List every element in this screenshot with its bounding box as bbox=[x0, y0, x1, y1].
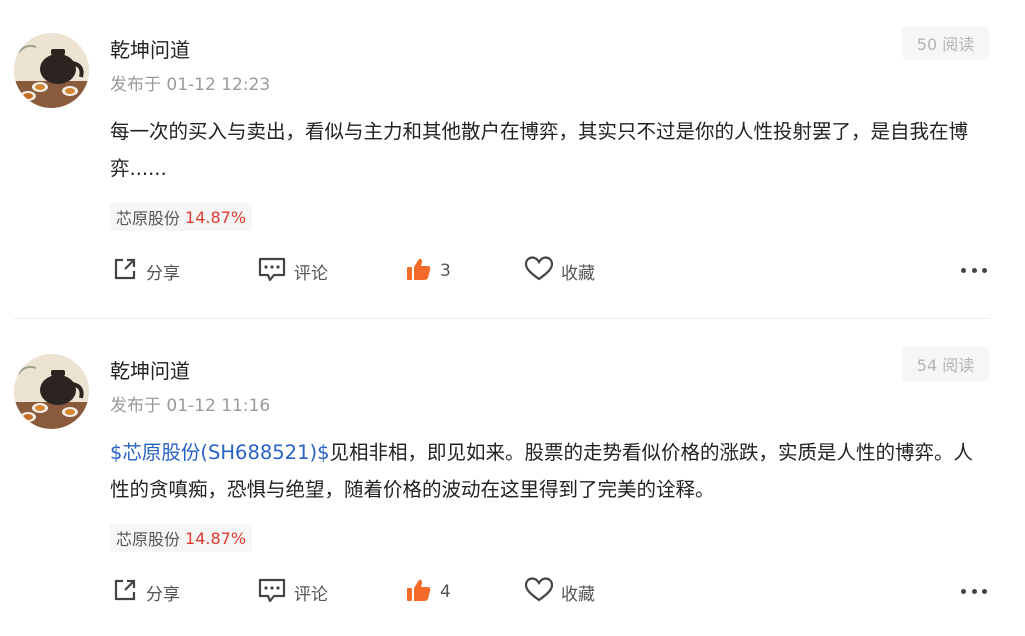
thumbs-up-icon bbox=[406, 577, 432, 607]
avatar[interactable] bbox=[14, 33, 89, 108]
favorite-button[interactable]: 收藏 bbox=[524, 256, 595, 286]
comment-icon bbox=[258, 577, 286, 607]
avatar[interactable] bbox=[14, 354, 89, 429]
comment-label: 评论 bbox=[294, 263, 328, 284]
post-content: $芯原股份(SH688521)$见相非相，即见如来。股票的走势看似价格的涨跌，实… bbox=[110, 434, 990, 508]
stock-tag[interactable]: 芯原股份 14.87% bbox=[110, 203, 253, 231]
like-button[interactable]: 3 bbox=[406, 256, 451, 286]
share-button[interactable]: 分享 bbox=[112, 256, 180, 286]
post-card: 乾坤问道 发布于 01-12 12:23 50 阅读 每一次的买入与卖出，看似与… bbox=[0, 0, 1025, 318]
comment-button[interactable]: 评论 bbox=[258, 577, 328, 607]
stock-link[interactable]: $芯原股份(SH688521)$ bbox=[110, 441, 330, 464]
post-timestamp: 发布于 01-12 12:23 bbox=[110, 75, 271, 95]
like-count: 3 bbox=[440, 261, 451, 281]
like-count: 4 bbox=[440, 582, 451, 602]
stock-tag-name: 芯原股份 bbox=[116, 209, 181, 228]
favorite-label: 收藏 bbox=[561, 584, 595, 605]
post-text: 每一次的买入与卖出，看似与主力和其他散户在博弈，其实只不过是你的人性投射罢了，是… bbox=[110, 120, 969, 180]
post-divider bbox=[14, 318, 990, 319]
stock-tag-name: 芯原股份 bbox=[116, 530, 181, 549]
heart-icon bbox=[524, 256, 554, 286]
stock-tag[interactable]: 芯原股份 14.87% bbox=[110, 524, 253, 552]
more-icon[interactable] bbox=[961, 262, 987, 278]
like-button[interactable]: 4 bbox=[406, 577, 451, 607]
comment-icon bbox=[258, 256, 286, 286]
favorite-label: 收藏 bbox=[561, 263, 595, 284]
share-label: 分享 bbox=[146, 584, 180, 605]
more-icon[interactable] bbox=[961, 583, 987, 599]
heart-icon bbox=[524, 577, 554, 607]
views-badge: 54 阅读 bbox=[902, 347, 989, 381]
post-card: 乾坤问道 发布于 01-12 11:16 54 阅读 $芯原股份(SH68852… bbox=[0, 321, 1025, 636]
share-icon bbox=[112, 577, 138, 607]
share-label: 分享 bbox=[146, 263, 180, 284]
favorite-button[interactable]: 收藏 bbox=[524, 577, 595, 607]
stock-tag-change: 14.87% bbox=[185, 207, 247, 227]
views-badge: 50 阅读 bbox=[902, 26, 989, 60]
post-timestamp: 发布于 01-12 11:16 bbox=[110, 396, 271, 416]
stock-tag-change: 14.87% bbox=[185, 528, 247, 548]
post-content: 每一次的买入与卖出，看似与主力和其他散户在博弈，其实只不过是你的人性投射罢了，是… bbox=[110, 113, 990, 187]
username[interactable]: 乾坤问道 bbox=[110, 355, 190, 384]
thumbs-up-icon bbox=[406, 256, 432, 286]
username[interactable]: 乾坤问道 bbox=[110, 34, 190, 63]
share-icon bbox=[112, 256, 138, 286]
comment-button[interactable]: 评论 bbox=[258, 256, 328, 286]
share-button[interactable]: 分享 bbox=[112, 577, 180, 607]
comment-label: 评论 bbox=[294, 584, 328, 605]
